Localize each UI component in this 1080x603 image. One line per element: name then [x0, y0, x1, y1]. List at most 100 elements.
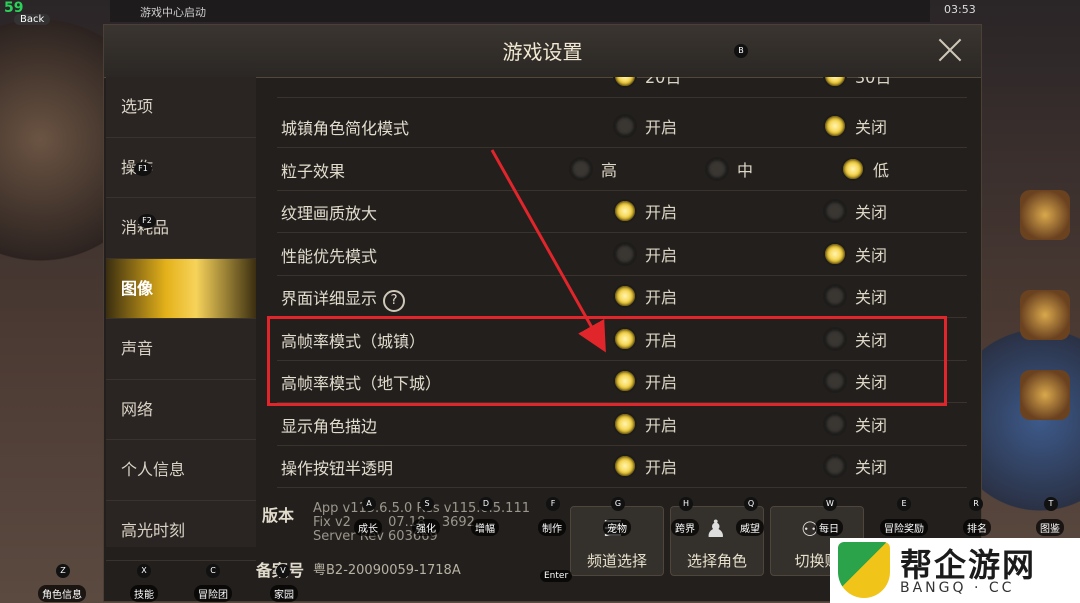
hotkey-badge: H: [679, 497, 693, 511]
radio-button[interactable]: [613, 412, 637, 436]
version-label: 版本: [262, 506, 295, 525]
radio-option[interactable]: 20日: [613, 77, 681, 88]
hotkey-badge: A: [362, 497, 376, 511]
radio-button[interactable]: [613, 242, 637, 266]
radio-option[interactable]: 高: [569, 157, 617, 181]
option-label: 关闭: [855, 118, 888, 137]
radio-button[interactable]: [613, 114, 637, 138]
highlight-box: [267, 316, 947, 406]
option-label: 中: [737, 161, 754, 180]
hotkey-label: 排名: [963, 519, 991, 536]
hotkey-label: 冒险奖励: [880, 519, 928, 536]
option-label: 开启: [645, 458, 678, 477]
shield-logo-icon: [838, 542, 890, 598]
tab-controls[interactable]: 操作F1: [106, 138, 256, 198]
radio-button[interactable]: [613, 199, 637, 223]
radio-button[interactable]: [823, 242, 847, 266]
settings-sidebar: 选项 操作F1 消耗品F2 图像 声音 网络 个人信息 高光时刻: [106, 77, 256, 561]
hotkey-label: 家园: [270, 585, 298, 602]
channel-select-button[interactable]: ☰ 频道选择: [570, 506, 664, 576]
setting-character-outline: 显示角色描边 开启 关闭: [277, 403, 967, 446]
radio-option[interactable]: 关闭: [823, 412, 887, 436]
hotkey-label: 制作: [538, 519, 566, 536]
tab-label: 网络: [121, 399, 154, 419]
setting-particles: 粒子效果 高 中 低: [277, 148, 967, 191]
tab-highlights[interactable]: 高光时刻: [106, 501, 256, 561]
radio-button[interactable]: [613, 77, 637, 88]
tab-sound[interactable]: 声音: [106, 319, 256, 380]
person-icon: ♟: [705, 515, 727, 543]
radio-button[interactable]: [569, 157, 593, 181]
side-menu-icon[interactable]: [1020, 190, 1070, 240]
radio-option[interactable]: 开启: [613, 284, 677, 308]
hotkey-badge: F2: [138, 214, 156, 228]
radio-option[interactable]: 开启: [613, 454, 677, 478]
dialog-title: 游戏设置: [502, 40, 583, 64]
side-menu-icon[interactable]: [1020, 370, 1070, 420]
radio-button[interactable]: [823, 77, 847, 88]
option-label: 30日: [855, 77, 892, 87]
option-label: 开启: [645, 288, 678, 307]
tab-profile[interactable]: 个人信息: [106, 440, 256, 501]
hotkey-badge: T: [1044, 497, 1058, 511]
radio-option[interactable]: 开启: [613, 412, 677, 436]
radio-button[interactable]: [705, 157, 729, 181]
character-select-button[interactable]: ♟ 选择角色: [670, 506, 764, 576]
game-center-label: 游戏中心启动: [140, 6, 206, 19]
hotkey-label: 冒险团: [194, 585, 232, 602]
hotkey-badge: Z: [56, 564, 70, 578]
option-label: 关闭: [855, 246, 888, 265]
tab-label: 声音: [121, 339, 154, 358]
brand-sub: BANGQ · CC: [900, 580, 1015, 596]
hotkey-label: 成长: [354, 519, 382, 536]
radio-button[interactable]: [823, 114, 847, 138]
help-icon[interactable]: ?: [383, 290, 406, 312]
option-label: 低: [873, 161, 890, 180]
radio-option[interactable]: 关闭: [823, 284, 887, 308]
side-menu-icon[interactable]: [1020, 290, 1070, 340]
radio-option[interactable]: 中: [705, 157, 753, 181]
clock: 03:53: [944, 3, 976, 16]
dialog-header: 游戏设置 B: [104, 25, 981, 78]
option-label: 开启: [645, 203, 678, 222]
radio-option[interactable]: 低: [841, 157, 889, 181]
radio-button[interactable]: [823, 412, 847, 436]
hotkey-label: 每日: [815, 519, 843, 536]
hotkey-label: 图鉴: [1036, 519, 1064, 536]
option-label: 开启: [645, 118, 678, 137]
radio-button[interactable]: [823, 199, 847, 223]
hotkey-badge: X: [137, 564, 151, 578]
setting-town-simplify: 城镇角色简化模式 开启 关闭: [277, 105, 967, 148]
option-label: 关闭: [855, 203, 888, 222]
option-label: 关闭: [855, 458, 888, 477]
tab-network[interactable]: 网络: [106, 380, 256, 440]
hotkey-badge: W: [823, 497, 837, 511]
radio-option[interactable]: 关闭: [823, 454, 887, 478]
radio-button[interactable]: [823, 454, 847, 478]
watermark-logo: 帮企游网 BANGQ · CC: [830, 538, 1080, 603]
hotkey-badge: V: [276, 564, 290, 578]
tab-graphics[interactable]: 图像: [106, 258, 256, 319]
radio-option[interactable]: 关闭: [823, 242, 887, 266]
setting-label: 城镇角色简化模式: [281, 119, 410, 138]
setting-label: 操作按钮半透明: [281, 459, 394, 478]
radio-option[interactable]: 关闭: [823, 199, 887, 223]
radio-option[interactable]: 开启: [613, 242, 677, 266]
option-label: 关闭: [855, 288, 888, 307]
setting-label-text: 界面详细显示: [281, 289, 378, 308]
radio-button[interactable]: [613, 284, 637, 308]
radio-button[interactable]: [841, 157, 865, 181]
radio-option[interactable]: 开启: [613, 199, 677, 223]
close-icon[interactable]: [935, 35, 965, 65]
top-status-bar: [110, 0, 930, 22]
radio-option[interactable]: 关闭: [823, 114, 887, 138]
radio-option[interactable]: 30日: [823, 77, 891, 88]
tab-consumables[interactable]: 消耗品F2: [106, 198, 256, 259]
button-label: 频道选择: [586, 552, 647, 570]
back-button[interactable]: Back: [14, 14, 51, 25]
tab-options[interactable]: 选项: [106, 77, 256, 138]
radio-button[interactable]: [613, 454, 637, 478]
setting-label: 纹理画质放大: [281, 204, 378, 223]
radio-button[interactable]: [823, 284, 847, 308]
radio-option[interactable]: 开启: [613, 114, 677, 138]
